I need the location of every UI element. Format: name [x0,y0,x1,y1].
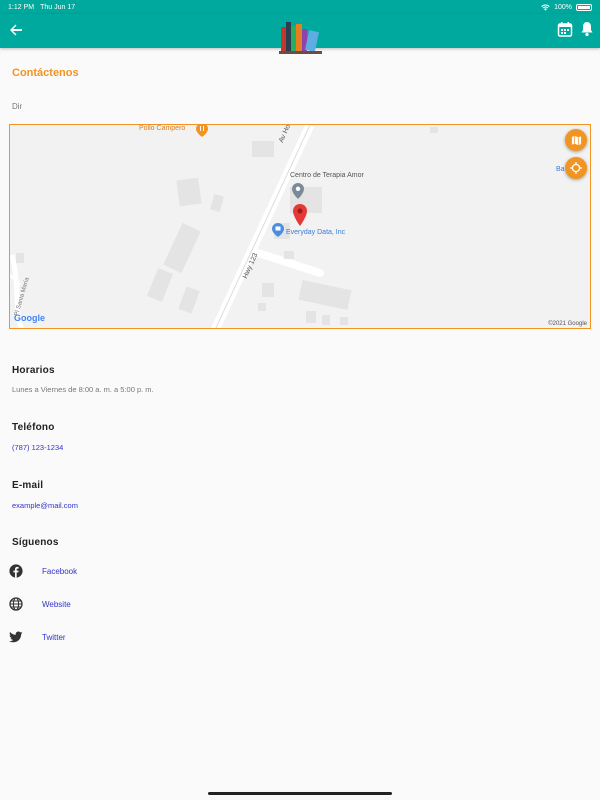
map-icon [571,135,581,145]
google-logo: Google [14,313,45,323]
status-time: 1:12 PM [8,3,35,11]
status-right: 100% [541,3,592,11]
website-link[interactable]: Website [9,596,209,612]
page-title: Contáctenos [12,67,79,79]
place-pin-icon[interactable] [292,183,304,199]
facebook-label: Facebook [42,566,78,576]
notifications-button[interactable] [579,21,597,39]
hours-value: Lunes a Viernes de 8:00 a. m. a 5:00 p. … [12,385,154,394]
app-bar [0,14,600,54]
restaurant-pin-icon[interactable] [196,124,208,137]
phone-title: Teléfono [12,422,55,433]
my-location-button[interactable] [565,157,587,179]
map-background [10,125,590,328]
hours-title: Horarios [12,365,55,376]
crosshair-icon [570,162,582,174]
books-logo [279,22,322,54]
map-label-centro: Centro de Terapia Amor [290,172,364,179]
location-pin-icon[interactable] [293,204,307,226]
twitter-label: Twitter [42,632,66,642]
website-label: Website [42,599,71,609]
map-layers-button[interactable] [565,129,587,151]
email-link[interactable]: example@mail.com [12,501,78,510]
map-label-everyday: Everyday Data, Inc [286,229,346,236]
calendar-icon [557,22,573,37]
globe-icon [9,597,23,611]
status-date: Thu Jun 17 [40,3,76,11]
map-copyright: ©2021 Google [548,321,587,327]
calendar-button[interactable] [557,21,575,39]
home-indicator [208,792,392,795]
phone-link[interactable]: (787) 123-1234 [12,443,63,452]
back-button[interactable] [6,20,26,40]
status-bar: 1:12 PM Thu Jun 17 100% [0,0,600,14]
business-pin-icon[interactable] [272,223,284,237]
bell-icon [581,22,593,37]
email-title: E-mail [12,480,44,491]
facebook-icon [9,564,23,578]
twitter-link[interactable]: Twitter [9,629,209,645]
battery-percent: 100% [554,3,572,11]
twitter-icon [9,630,23,644]
map-view[interactable]: Pollo Campero Av Hostos Centro de Terapi… [9,124,591,329]
address-label: Dir [12,102,23,111]
map-label-ba: Ba [556,166,565,173]
battery-icon [576,3,592,11]
map-label-pollo: Pollo Campero [139,125,186,132]
wifi-icon [541,4,550,11]
arrow-left-icon [10,24,22,36]
social-title: Síguenos [12,537,59,548]
facebook-link[interactable]: Facebook [9,563,209,579]
